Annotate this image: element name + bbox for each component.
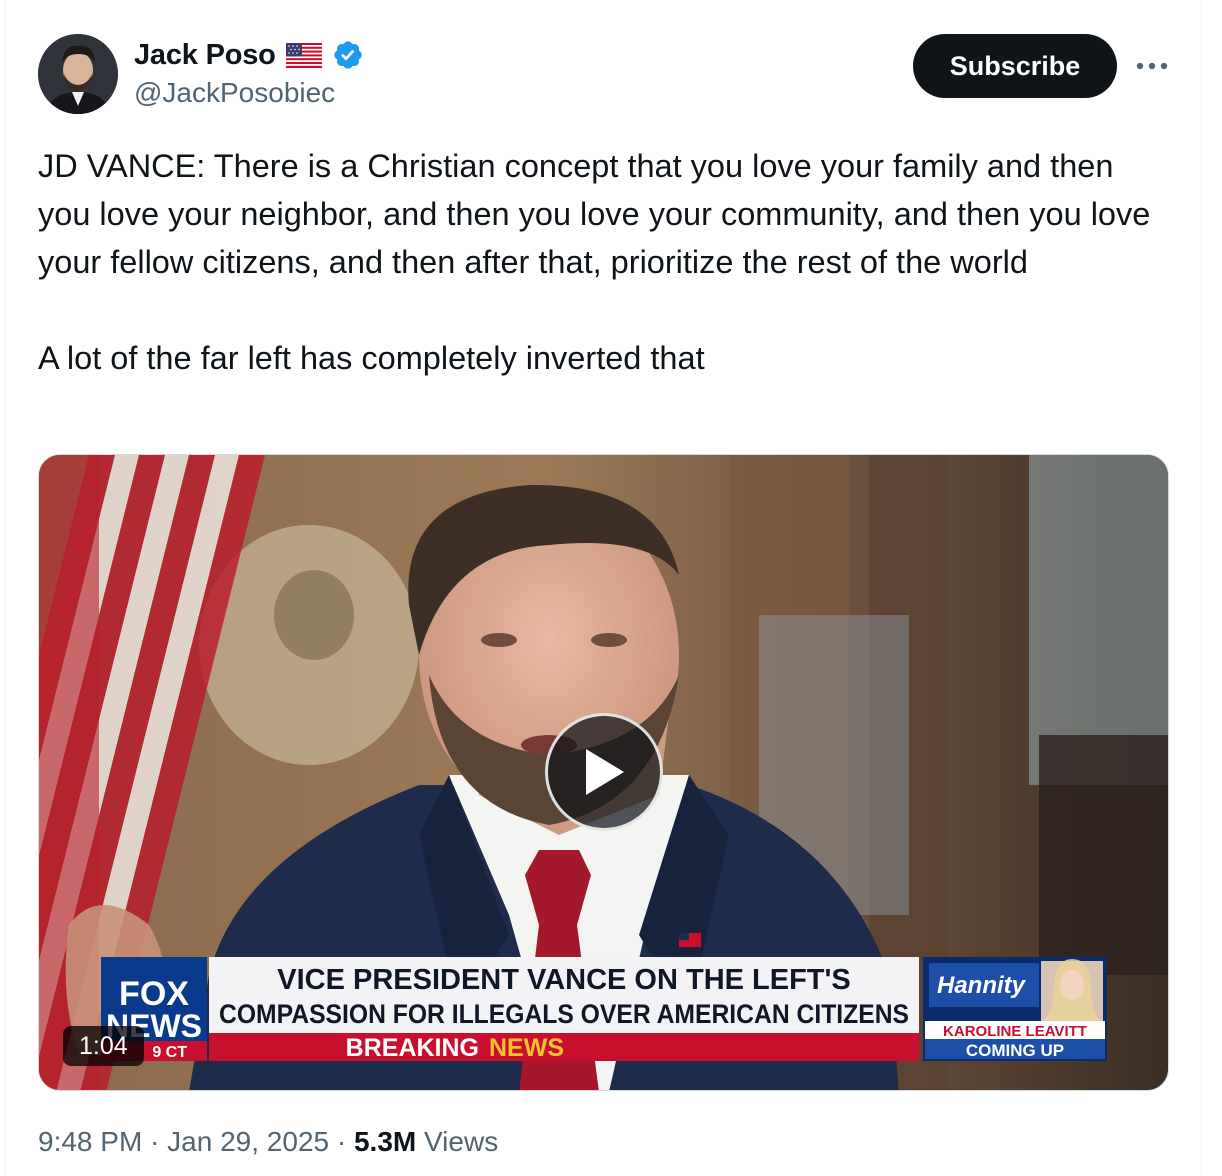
author-avatar[interactable] — [38, 34, 118, 114]
play-icon — [586, 749, 624, 795]
views-count: 5.3M — [353, 1126, 417, 1157]
more-horizontal-icon — [1136, 62, 1168, 70]
tweet-paragraph-2: A lot of the far left has completely inv… — [38, 340, 705, 376]
author-handle[interactable]: @JackPosobiec — [134, 77, 335, 109]
tweet-time[interactable]: 9:48 PM — [38, 1126, 142, 1157]
author-name[interactable]: Jack Poso — [134, 39, 276, 72]
chyron-time-fragment: 9 CT — [152, 1044, 187, 1061]
tweet-date[interactable]: Jan 29, 2025 — [167, 1126, 329, 1157]
author-name-row[interactable]: Jack Poso — [134, 37, 364, 73]
meta-separator: · — [150, 1126, 160, 1157]
chyron-coming-up: COMING UP — [966, 1041, 1064, 1060]
subscribe-button[interactable]: Subscribe — [913, 34, 1117, 98]
tweet-paragraph-1: JD VANCE: There is a Christian concept t… — [38, 148, 1151, 280]
chyron-upcoming-guest: KAROLINE LEAVITT — [943, 1023, 1087, 1040]
play-button[interactable] — [545, 713, 663, 831]
chyron-headline-line2: COMPASSION FOR ILLEGALS OVER AMERICAN CI… — [219, 999, 909, 1029]
chyron-breaking: BREAKING — [346, 1034, 479, 1062]
tweet-text: JD VANCE: There is a Christian concept t… — [38, 142, 1168, 382]
video-duration-badge: 1:04 — [63, 1026, 144, 1066]
chyron-headline-line1: VICE PRESIDENT VANCE ON THE LEFT'S — [277, 964, 851, 996]
us-flag-icon — [285, 42, 322, 68]
more-options-button[interactable] — [1131, 50, 1173, 82]
verified-badge-icon — [334, 41, 362, 69]
chyron-news: NEWS — [489, 1034, 564, 1062]
chyron-show-name: Hannity — [937, 972, 1027, 999]
meta-separator: · — [336, 1126, 347, 1157]
tweet-meta: 9:48 PM · Jan 29, 2025 · 5.3M Views — [38, 1126, 498, 1158]
avatar-image — [38, 34, 118, 114]
views-label: Views — [424, 1126, 499, 1157]
